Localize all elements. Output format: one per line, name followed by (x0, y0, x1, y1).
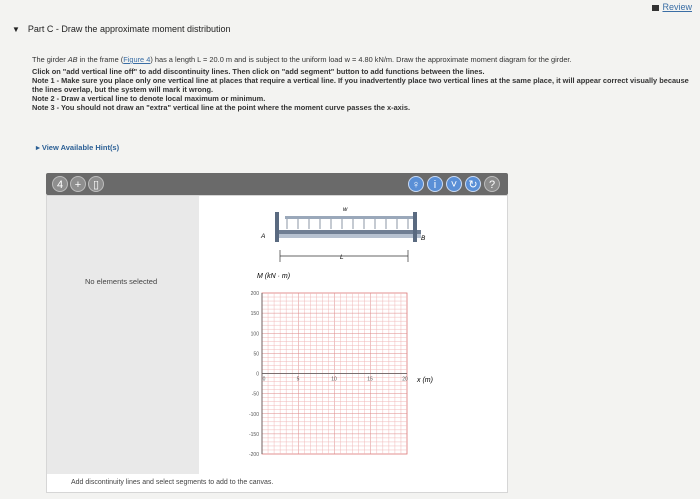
moment-diagram-canvas[interactable]: w A B L M (kN · m) 200150100500-50-100-1… (47, 196, 509, 494)
hint-bulb-icon[interactable]: ♀ (408, 176, 424, 192)
column-b (413, 212, 417, 242)
x-tick-label: 0 (263, 377, 266, 383)
review-link[interactable]: Review (652, 2, 692, 12)
length-label: L (340, 254, 344, 261)
load-arrows (286, 219, 409, 229)
drawing-toolbar: 4 + ▯ ♀ i ˅ ↻? (46, 173, 508, 195)
drawing-canvas-area[interactable]: No elements selected w A B L M (kN · m) … (46, 195, 508, 493)
y-tick-label: 50 (253, 351, 259, 357)
x-axis-label: x (m) (416, 377, 433, 384)
load-bar (285, 216, 413, 219)
problem-intro: The girder AB in the frame (Figure 4) ha… (32, 55, 572, 64)
toolbar-right-group: ♀ i ˅ ↻? (405, 176, 500, 192)
load-label: w (343, 207, 348, 213)
label-a: A (260, 233, 265, 240)
collapse-triangle-icon[interactable]: ▼ (12, 25, 20, 34)
instructions: Click on "add vertical line off" to add … (32, 67, 485, 76)
x-tick-label: 20 (402, 377, 408, 383)
toolbar-left-group: 4 + ▯ (52, 176, 106, 192)
y-tick-label: 200 (251, 291, 260, 297)
add-segment-icon[interactable]: + (70, 176, 86, 192)
part-header[interactable]: ▼ Part C - Draw the approximate moment di… (12, 24, 231, 34)
x-tick-label: 5 (297, 377, 300, 383)
delete-icon[interactable]: ▯ (88, 176, 104, 192)
y-tick-label: -150 (249, 432, 259, 438)
part-title: Part C - Draw the approximate moment dis… (27, 24, 231, 34)
chevron-down-icon[interactable]: ˅ (446, 176, 462, 192)
y-tick-label: -50 (252, 392, 259, 398)
note-1: Note 1 - Make sure you place only one ve… (32, 76, 689, 94)
y-tick-label: -100 (249, 412, 259, 418)
y-tick-labels: 200 150 100 50 0 -50 -100 -150 -200 (249, 291, 259, 458)
info-icon[interactable]: i (427, 176, 443, 192)
x-tick-label: 15 (367, 377, 373, 383)
x-tick-label: 10 (331, 377, 337, 383)
y-tick-label: 100 (251, 331, 260, 337)
status-message: Add discontinuity lines and select segme… (71, 479, 274, 486)
girder-top (277, 230, 421, 234)
column-a (275, 212, 279, 242)
girder-bottom (277, 234, 421, 238)
y-axis-label: M (kN · m) (257, 273, 290, 280)
y-tick-label: 0 (256, 372, 259, 378)
note-2: Note 2 - Draw a vertical line to denote … (32, 94, 266, 103)
view-hints-toggle[interactable]: ▸ View Available Hint(s) (36, 143, 119, 152)
figure-link[interactable]: Figure 4 (123, 55, 150, 64)
add-vertical-line-icon[interactable]: 4 (52, 176, 68, 192)
beam-figure: w A B L (260, 207, 426, 262)
note-3: Note 3 - You should not draw an "extra" … (32, 103, 411, 112)
reset-icon[interactable]: ↻ (465, 176, 481, 192)
y-tick-label: -200 (249, 452, 259, 458)
label-b: B (421, 235, 426, 242)
review-icon (652, 4, 660, 11)
y-tick-label: 150 (251, 311, 260, 317)
problem-text: The girder AB in the frame (Figure 4) ha… (32, 55, 692, 112)
help-icon[interactable]: ? (484, 176, 500, 192)
